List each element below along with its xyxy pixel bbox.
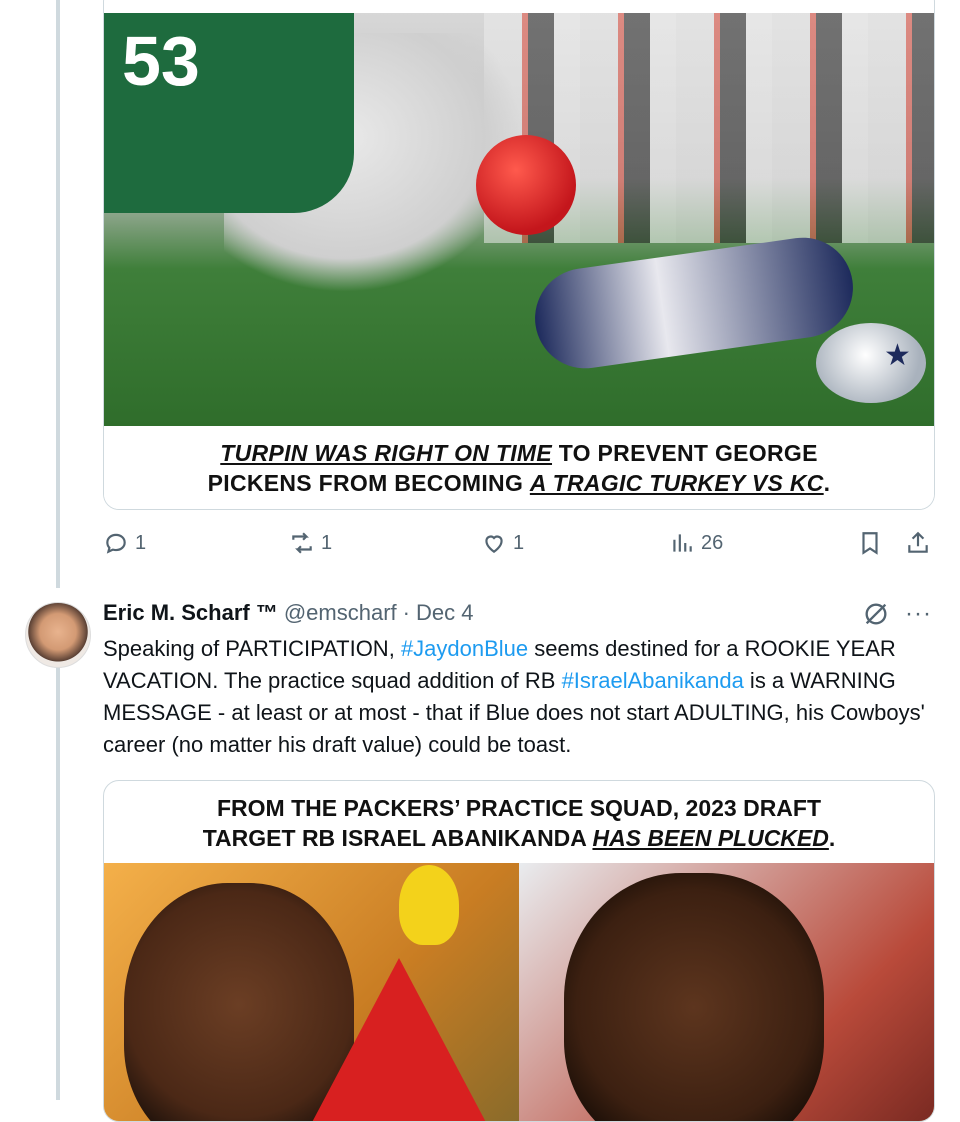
- image-caption: TURPIN WAS RIGHT ON TIME TO PREVENT GEOR…: [104, 426, 934, 509]
- repost-count: 1: [321, 531, 333, 554]
- more-options-icon[interactable]: ···: [905, 600, 932, 628]
- diving-player: [528, 231, 860, 375]
- red-helmet: [476, 135, 576, 235]
- media-card[interactable]: FROM THE PACKERS’ PRACTICE SQUAD, 2023 D…: [103, 780, 935, 1122]
- repost-button[interactable]: 1: [289, 530, 332, 556]
- players-photo[interactable]: [104, 863, 934, 1121]
- thread-connector-line: [56, 0, 60, 588]
- like-count: 1: [513, 531, 525, 554]
- woodstock-balloon: [399, 865, 459, 945]
- repost-icon: [292, 532, 312, 554]
- jersey-number: 53: [122, 22, 200, 100]
- tweet-body: Speaking of PARTICIPATION, #JaydonBlue s…: [103, 636, 925, 757]
- tweet-author: Eric M. Scharf ™ @emscharf · Dec 4: [103, 600, 473, 626]
- share-icon: [908, 531, 928, 553]
- bookmark-button[interactable]: [857, 530, 883, 556]
- doghouse-balloon: [309, 958, 489, 1121]
- reply-button[interactable]: 1: [103, 530, 146, 556]
- like-button[interactable]: 1: [481, 530, 524, 556]
- hashtag-link[interactable]: #JaydonBlue: [401, 636, 528, 661]
- share-button[interactable]: [905, 530, 931, 556]
- views-icon: [673, 534, 692, 552]
- tweet-date[interactable]: Dec 4: [416, 600, 473, 626]
- image-caption: FROM THE PACKERS’ PRACTICE SQUAD, 2023 D…: [202, 795, 836, 851]
- separator-dot: ·: [402, 600, 410, 625]
- author-handle[interactable]: @emscharf: [284, 600, 397, 626]
- thread-connector-line: [56, 664, 60, 1100]
- tweet-action-bar: 1 1 1 26: [103, 530, 933, 560]
- like-icon: [485, 535, 503, 553]
- media-card[interactable]: 53 ★ TURPIN WAS RIGHT ON TIME TO PREVENT…: [103, 0, 935, 510]
- bookmark-icon: [862, 532, 878, 555]
- hashtag-link[interactable]: #IsraelAbanikanda: [562, 668, 744, 693]
- author-name[interactable]: Eric M. Scharf ™: [103, 600, 278, 626]
- avatar[interactable]: [25, 602, 91, 668]
- reply-count: 1: [135, 531, 147, 554]
- reply-icon: [106, 533, 126, 554]
- grok-icon[interactable]: [862, 600, 890, 628]
- football-photo[interactable]: 53 ★: [104, 13, 934, 426]
- star-logo-icon: ★: [884, 339, 911, 372]
- views-count: 26: [701, 531, 724, 554]
- views-button[interactable]: 26: [669, 530, 723, 556]
- player-portrait-right: [564, 873, 824, 1121]
